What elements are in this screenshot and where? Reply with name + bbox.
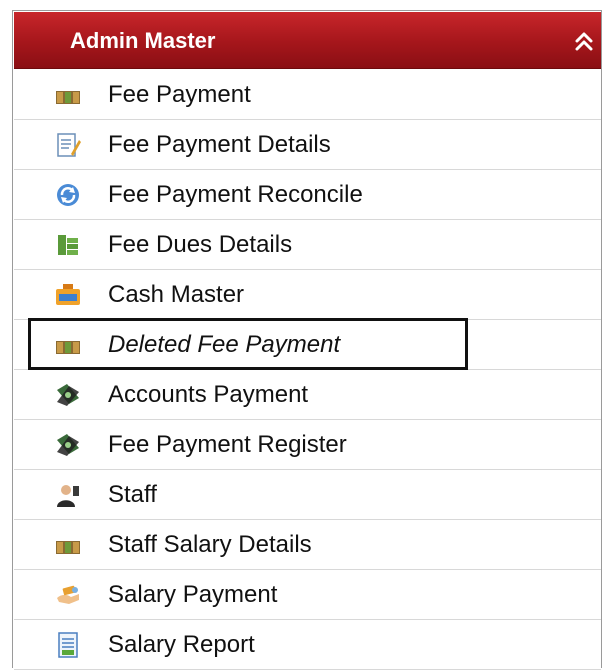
- menu-item-label: Salary Payment: [108, 581, 278, 608]
- refresh-icon: [57, 184, 79, 206]
- menu-item-fee-payment[interactable]: Fee Payment: [14, 70, 601, 120]
- money-stack-icon: [56, 91, 80, 104]
- double-chevron-up-icon[interactable]: [573, 30, 595, 52]
- menu-item-label: Fee Payment: [108, 81, 251, 108]
- cash-register-icon: [56, 284, 80, 305]
- menu-item-fee-dues-details[interactable]: Fee Dues Details: [14, 220, 601, 270]
- menu-item-label: Staff Salary Details: [108, 531, 312, 558]
- menu-item-cash-master[interactable]: Cash Master: [14, 270, 601, 320]
- menu-item-label: Salary Report: [108, 631, 255, 658]
- panel-title: Admin Master: [70, 28, 216, 53]
- menu-item-accounts-payment[interactable]: Accounts Payment: [14, 370, 601, 420]
- menu-item-fee-payment-reconcile[interactable]: Fee Payment Reconcile: [14, 170, 601, 220]
- money-stack-icon: [56, 541, 80, 554]
- menu-item-fee-payment-register[interactable]: Fee Payment Register: [14, 420, 601, 470]
- money-stack-icon: [56, 341, 80, 354]
- admin-master-panel: Admin Master Fee Payment Fee Payment Det…: [12, 10, 602, 670]
- menu-item-salary-report[interactable]: Salary Report: [14, 620, 601, 670]
- menu-list: Fee Payment Fee Payment Details Fee Paym…: [14, 70, 601, 670]
- report-document-icon: [58, 632, 78, 658]
- cash-pile-icon: [58, 235, 78, 255]
- document-edit-icon: [57, 133, 81, 157]
- menu-item-label: Fee Payment Details: [108, 131, 331, 158]
- menu-item-salary-payment[interactable]: Salary Payment: [14, 570, 601, 620]
- currency-swap-icon: [57, 434, 79, 456]
- hand-money-icon: [57, 585, 79, 604]
- menu-item-label: Accounts Payment: [108, 381, 309, 408]
- menu-item-label: Cash Master: [108, 281, 245, 308]
- currency-swap-icon: [57, 384, 79, 406]
- admin-master-header[interactable]: Admin Master: [14, 12, 601, 69]
- menu-item-label: Deleted Fee Payment: [108, 331, 341, 358]
- menu-item-label: Staff: [108, 481, 157, 508]
- menu-item-fee-payment-details[interactable]: Fee Payment Details: [14, 120, 601, 170]
- menu-item-staff[interactable]: Staff: [14, 470, 601, 520]
- staff-person-icon: [57, 485, 79, 507]
- menu-item-label: Fee Payment Reconcile: [108, 181, 363, 208]
- menu-item-label: Fee Payment Register: [108, 431, 347, 458]
- menu-item-deleted-fee-payment[interactable]: Deleted Fee Payment: [14, 320, 601, 370]
- menu-item-staff-salary-details[interactable]: Staff Salary Details: [14, 520, 601, 570]
- menu-item-label: Fee Dues Details: [108, 231, 293, 258]
